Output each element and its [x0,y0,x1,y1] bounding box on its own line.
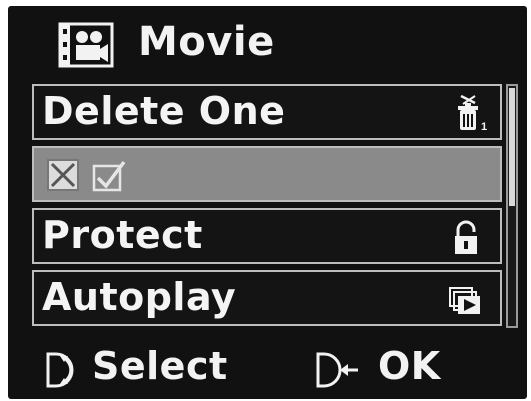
menu-item-autoplay[interactable]: Autoplay [32,270,502,326]
slideshow-icon [449,287,480,314]
select-hint-label: Select [92,344,228,388]
camera-menu-screen: Movie Delete One 1 Protect Autoplay Sele… [8,6,527,399]
menu-item-label: Autoplay [42,275,237,319]
cancel-x-icon[interactable] [46,156,86,196]
delete-count-badge: 1 [481,121,487,133]
movie-camera-icon [58,22,114,68]
menu-item-delete-one[interactable]: Delete One 1 [32,84,502,140]
ok-arrow-icon [316,352,358,388]
menu-item-confirm[interactable] [32,146,502,202]
dial-icon [46,352,74,388]
page-title: Movie [138,19,275,65]
delete-one-icon: 1 [458,94,487,133]
menu-item-label: Protect [42,213,203,257]
confirm-check-icon[interactable] [90,156,130,196]
scroll-thumb[interactable] [509,88,515,206]
menu-header: Movie [8,6,527,82]
menu-scrollbar[interactable] [506,84,518,328]
footer-hints: Select OK [8,336,527,396]
lock-icon [455,220,477,254]
menu-item-protect[interactable]: Protect [32,208,502,264]
menu-item-label: Delete One [42,89,286,133]
ok-hint-label: OK [378,344,441,388]
menu-list: Delete One 1 Protect Autoplay [32,84,502,328]
